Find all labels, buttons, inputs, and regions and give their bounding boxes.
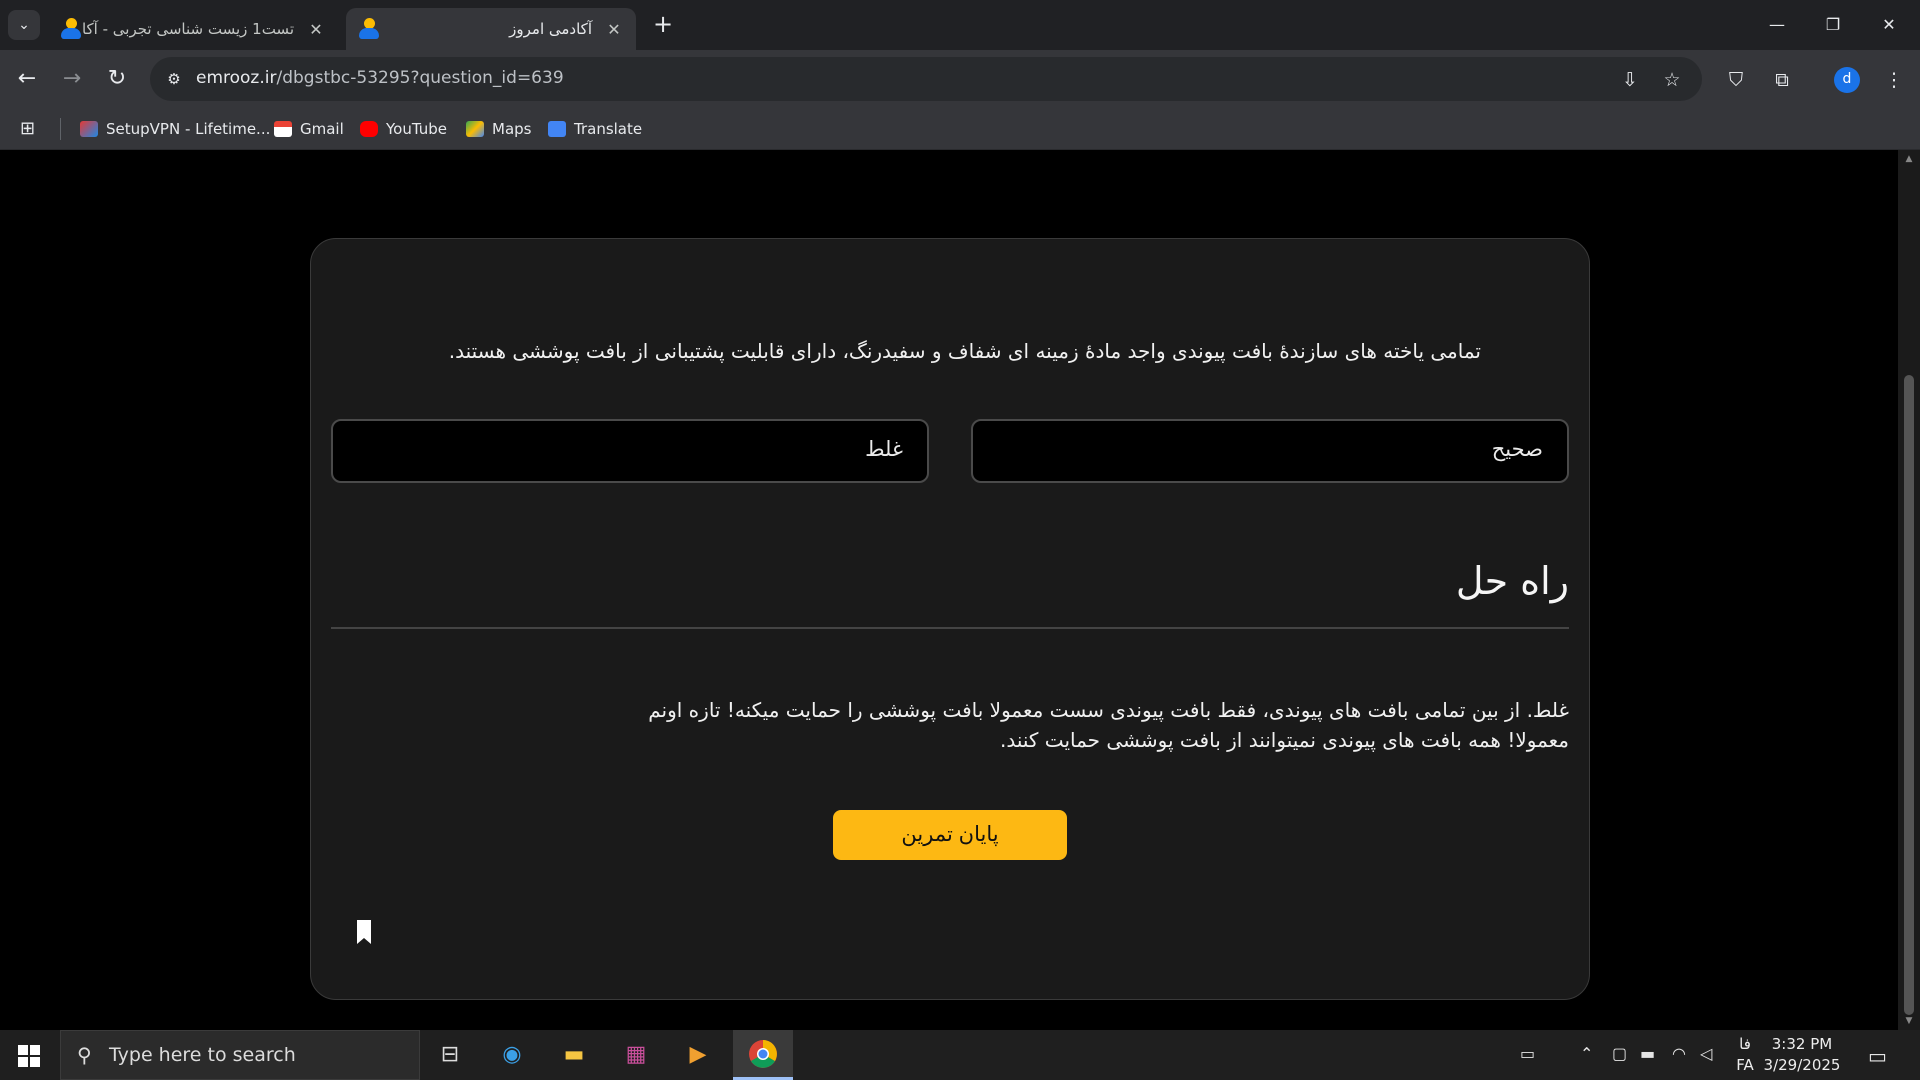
site-favicon-icon [358, 18, 380, 40]
gmail-icon [274, 121, 292, 137]
volume-icon[interactable]: ◁ [1700, 1044, 1712, 1063]
bookmark-icon[interactable] [355, 919, 373, 945]
reload-button[interactable]: ↻ [102, 64, 132, 94]
url-path: /dbgstbc-53295?question_id=639 [276, 68, 564, 88]
page-viewport: تمامی یاخته های سازندهٔ بافت پیوندی واجد… [0, 150, 1898, 1030]
site-info-icon[interactable]: ⚙ [164, 69, 184, 89]
battery-icon[interactable]: ▬ [1640, 1044, 1655, 1063]
close-icon[interactable]: ✕ [604, 20, 624, 39]
restore-button[interactable]: ❐ [1810, 8, 1856, 42]
extensions-icon[interactable]: ⧉ [1768, 66, 1796, 94]
edge-browser-icon[interactable]: ◉ [494, 1038, 530, 1072]
search-placeholder: Type here to search [109, 1044, 296, 1066]
option-true-button[interactable]: صحیح [971, 419, 1569, 483]
tab-title: تست1 زیست شناسی تجربی - آکاد [82, 20, 294, 38]
url-host: emrooz.ir [196, 68, 277, 88]
option-false-button[interactable]: غلط [331, 419, 929, 483]
bookmark-translate[interactable]: Translate [548, 117, 642, 141]
scroll-down-icon[interactable]: ▼ [1904, 1016, 1914, 1026]
bookmark-youtube[interactable]: YouTube [360, 117, 447, 141]
tab-search-button[interactable]: ⌄ [8, 10, 40, 40]
close-icon[interactable]: ✕ [306, 20, 326, 39]
solution-divider [331, 627, 1569, 629]
close-window-button[interactable]: ✕ [1866, 8, 1912, 42]
news-widget-icon[interactable]: ▭ [1520, 1044, 1535, 1063]
media-player-icon[interactable]: ▶ [680, 1038, 716, 1072]
bookmark-label: Translate [574, 120, 643, 138]
bookmark-label: SetupVPN - Lifetime... [106, 120, 271, 138]
new-tab-button[interactable]: + [650, 12, 676, 38]
url-text[interactable]: emrooz.ir/dbgstbc-53295?question_id=639 [196, 68, 564, 88]
chevron-down-icon: ⌄ [18, 17, 30, 33]
taskbar-search-input[interactable]: ⚲ Type here to search [60, 1030, 420, 1080]
tab-active[interactable]: آکادمی امروز ✕ [346, 8, 636, 50]
maps-icon [466, 121, 484, 137]
chrome-taskbar-button[interactable] [733, 1030, 793, 1080]
question-card: تمامی یاخته های سازندهٔ بافت پیوندی واجد… [310, 238, 1590, 1000]
meet-now-icon[interactable]: ▢ [1612, 1044, 1627, 1063]
taskbar-clock[interactable]: 3:32 PM 3/29/2025 [1752, 1034, 1852, 1076]
menu-kebab-icon[interactable]: ⋮ [1880, 66, 1908, 94]
winrar-icon[interactable]: ▦ [618, 1038, 654, 1072]
solution-title: راه حل [1455, 559, 1569, 603]
page-scrollbar[interactable]: ▲ ▼ [1898, 150, 1920, 1030]
windows-taskbar: ⚲ Type here to search ⊟ ◉ ▬ ▦ ▶ ▭ ⌃ ▢ ▬ … [0, 1030, 1920, 1080]
file-explorer-icon[interactable]: ▬ [556, 1038, 592, 1072]
clock-date: 3/29/2025 [1763, 1056, 1841, 1074]
address-bar[interactable]: ⚙ emrooz.ir/dbgstbc-53295?question_id=63… [150, 57, 1702, 101]
solution-text: غلط. از بین تمامی بافت های پیوندی، فقط ب… [648, 698, 1569, 752]
bookmarks-divider [60, 118, 61, 140]
bookmarks-bar: ⊞ SetupVPN - Lifetime... Gmail YouTube M… [0, 108, 1920, 150]
minimize-button[interactable]: — [1754, 8, 1800, 42]
notifications-icon[interactable]: ▭ [1868, 1044, 1887, 1068]
site-favicon-icon [60, 18, 82, 40]
install-app-icon[interactable]: ⇩ [1618, 68, 1642, 92]
star-icon[interactable]: ☆ [1660, 68, 1684, 92]
windows-start-icon[interactable] [18, 1045, 40, 1067]
bookmark-label: Maps [492, 120, 532, 138]
back-button[interactable]: ← [12, 64, 42, 94]
profile-avatar[interactable]: d [1834, 67, 1860, 93]
bookmark-maps[interactable]: Maps [466, 117, 531, 141]
task-view-icon[interactable]: ⊟ [432, 1038, 468, 1072]
browser-toolbar: ← → ↻ ⚙ emrooz.ir/dbgstbc-53295?question… [0, 50, 1920, 108]
scroll-up-icon[interactable]: ▲ [1904, 154, 1914, 164]
forward-button[interactable]: → [57, 64, 87, 94]
clock-time: 3:32 PM [1771, 1035, 1833, 1053]
bookmark-label: Gmail [300, 120, 344, 138]
vpn-icon [80, 121, 98, 137]
apps-grid-icon[interactable]: ⊞ [20, 118, 42, 140]
shield-extension-icon[interactable]: ⛉ [1722, 66, 1750, 94]
show-hidden-icons-icon[interactable]: ⌃ [1580, 1044, 1593, 1063]
translate-icon [548, 121, 566, 137]
wifi-icon[interactable]: ◠ [1672, 1044, 1686, 1063]
tab-inactive[interactable]: تست1 زیست شناسی تجربی - آکاد ✕ [48, 8, 338, 50]
bookmark-setupvpn[interactable]: SetupVPN - Lifetime... [80, 117, 270, 141]
browser-titlebar: ⌄ تست1 زیست شناسی تجربی - آکاد ✕ آکادمی … [0, 0, 1920, 50]
question-text: تمامی یاخته های سازندهٔ بافت پیوندی واجد… [448, 339, 1481, 363]
scrollbar-thumb[interactable] [1904, 375, 1914, 1015]
tab-title: آکادمی امروز [509, 20, 592, 38]
bookmark-label: YouTube [386, 120, 447, 138]
bookmark-gmail[interactable]: Gmail [274, 117, 344, 141]
search-icon: ⚲ [77, 1043, 92, 1067]
chrome-icon [749, 1040, 777, 1068]
finish-practice-button[interactable]: پایان تمرین [833, 810, 1067, 860]
youtube-icon [360, 121, 378, 137]
